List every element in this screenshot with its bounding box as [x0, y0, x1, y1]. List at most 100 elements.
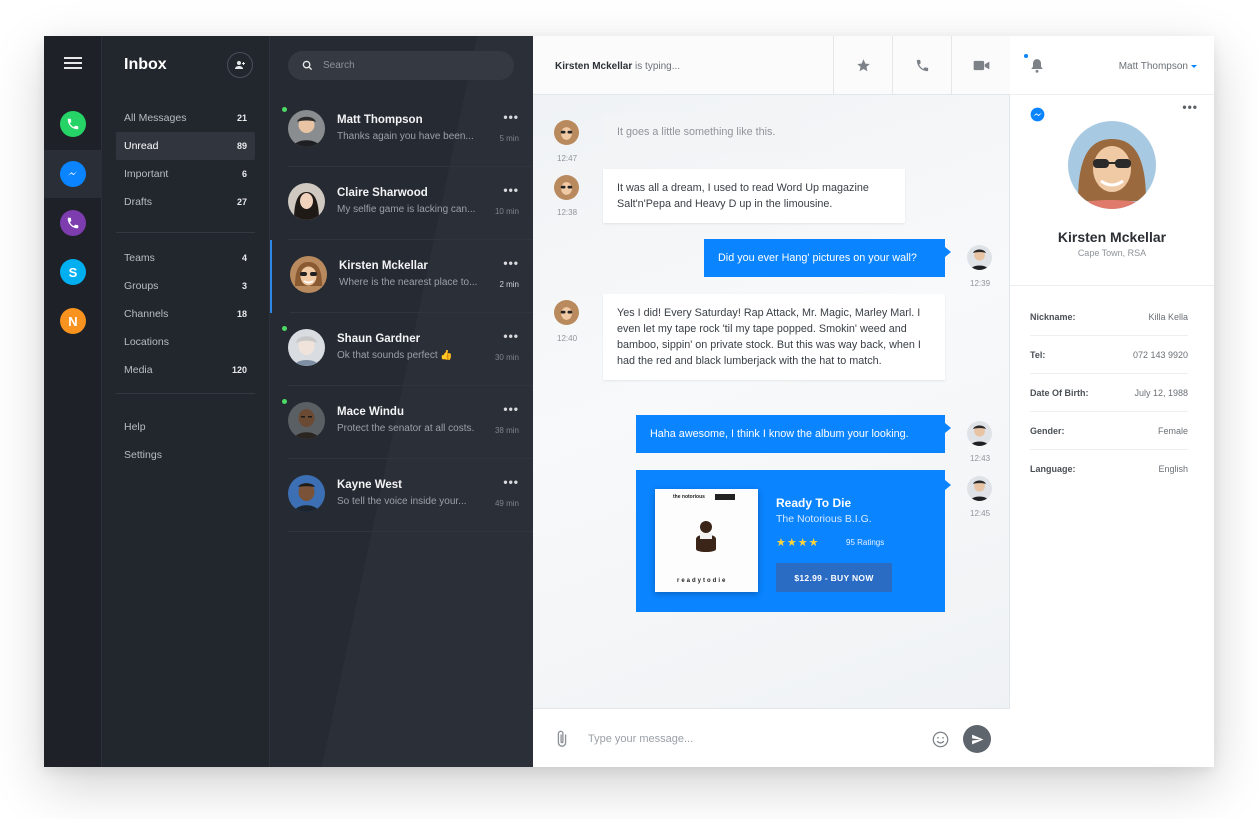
app-skype[interactable]: S: [44, 248, 102, 296]
typing-indicator: Kirsten Mckellar is typing...: [555, 61, 681, 72]
favorite-button[interactable]: [833, 36, 892, 95]
contact-location: Cape Town, RSA: [1077, 248, 1147, 258]
add-user-icon: [235, 61, 245, 69]
avatar: [554, 175, 579, 200]
avatar: [554, 300, 579, 325]
avatar: [554, 120, 579, 145]
send-button[interactable]: [963, 725, 991, 753]
conversation-item[interactable]: Matt Thompson Thanks again you have been…: [270, 94, 533, 167]
app-rail: S N: [44, 36, 102, 767]
app-window: S N Inbox All Messages 21 Unread 89 Import…: [44, 36, 1214, 767]
avatar: [288, 110, 325, 147]
folder-channels[interactable]: Channels 18: [116, 300, 255, 328]
more-options-icon[interactable]: •••: [503, 183, 519, 197]
avatar: [967, 476, 992, 501]
conversation-list: Matt Thompson Thanks again you have been…: [270, 36, 533, 767]
conversation-item-active[interactable]: Kirsten Mckellar Where is the nearest pl…: [270, 240, 533, 313]
add-contact-button[interactable]: [227, 52, 253, 78]
notification-dot: [1024, 54, 1028, 58]
profile-topbar: Matt Thompson: [1010, 36, 1214, 95]
album-cover[interactable]: the notorious readytodie: [655, 489, 758, 592]
folder-group-main: All Messages 21 Unread 89 Important 6 Draft…: [116, 104, 255, 216]
folder-group-collections: Teams 4 Groups 3 Channels 18 Locations Medi…: [116, 244, 255, 384]
app-viber[interactable]: [44, 199, 102, 247]
menu-icon[interactable]: [64, 54, 82, 76]
app-whatsapp[interactable]: [44, 100, 102, 148]
online-indicator: [282, 107, 287, 112]
folder-groups[interactable]: Groups 3: [116, 272, 255, 300]
app-messenger[interactable]: [44, 150, 102, 198]
folder-teams[interactable]: Teams 4: [116, 244, 255, 272]
avatar: [967, 421, 992, 446]
video-camera-icon: [973, 60, 989, 71]
conversation-item[interactable]: Claire Sharwood My selfie game is lackin…: [270, 167, 533, 240]
contact-name: Kirsten Mckellar: [1057, 229, 1167, 245]
message-input[interactable]: [588, 729, 908, 749]
avatar: [967, 245, 992, 270]
viber-icon: [60, 210, 86, 236]
detail-tel: Tel: 072 143 9920: [1030, 336, 1188, 374]
avatar: [288, 475, 325, 512]
folder-unread[interactable]: Unread 89: [116, 132, 255, 160]
search-icon: [302, 60, 313, 71]
current-user-menu[interactable]: Matt Thompson: [1119, 61, 1188, 72]
conversation-item[interactable]: Kayne West So tell the voice inside your…: [270, 459, 533, 532]
attachment-icon[interactable]: [555, 730, 569, 748]
online-indicator: [282, 326, 287, 331]
call-button[interactable]: [892, 36, 951, 95]
search-bar: [288, 51, 514, 80]
search-input[interactable]: [323, 60, 493, 71]
skype-icon: S: [60, 259, 86, 285]
folder-locations[interactable]: Locations: [116, 328, 255, 356]
chat-panel: Kirsten Mckellar is typing... 12:47 It g…: [533, 36, 1010, 767]
messenger-icon: [1030, 107, 1045, 122]
avatar: [288, 329, 325, 366]
n-app-icon: N: [60, 308, 86, 334]
chevron-down-icon[interactable]: [1191, 65, 1197, 68]
whatsapp-icon: [60, 111, 86, 137]
video-call-button[interactable]: [951, 36, 1010, 95]
conversation-item[interactable]: Mace Windu Protect the senator at all co…: [270, 386, 533, 459]
more-options-icon[interactable]: •••: [503, 402, 519, 416]
contact-profile: Matt Thompson ••• Kirsten Mckellar Cape …: [1010, 36, 1214, 767]
emoji-icon[interactable]: [932, 731, 949, 748]
settings-link[interactable]: Settings: [116, 441, 255, 469]
folder-panel: Inbox All Messages 21 Unread 89 Important 6…: [102, 36, 270, 767]
more-options-icon[interactable]: •••: [503, 110, 519, 124]
message-outgoing: Haha awesome, I think I know the album y…: [636, 415, 951, 453]
conversation-item[interactable]: Shaun Gardner Ok that sounds perfect 👍 •…: [270, 313, 533, 386]
folder-media[interactable]: Media 120: [116, 356, 255, 384]
album-card: the notorious readytodie Ready To Die Th…: [636, 470, 951, 612]
more-options-icon[interactable]: •••: [1182, 100, 1198, 114]
messenger-icon: [60, 161, 86, 187]
ratings-count: 95 Ratings: [846, 538, 885, 547]
help-link[interactable]: Help: [116, 413, 255, 441]
album-title: Ready To Die: [776, 496, 852, 510]
album-artist: The Notorious B.I.G.: [776, 513, 872, 525]
detail-nickname: Nickname: Killa Kella: [1030, 298, 1188, 336]
detail-dob: Date Of Birth: July 12, 1988: [1030, 374, 1188, 412]
folder-group-support: Help Settings: [116, 413, 255, 469]
online-indicator: [282, 399, 287, 404]
more-options-icon[interactable]: •••: [503, 475, 519, 489]
message-outgoing: Did you ever Hang' pictures on your wall…: [704, 239, 951, 277]
send-icon: [971, 734, 983, 744]
avatar: [290, 256, 327, 293]
avatar: [288, 183, 325, 220]
bell-icon[interactable]: [1030, 58, 1044, 73]
buy-now-button[interactable]: $12.99 - BUY NOW: [776, 563, 892, 592]
folder-divider: [116, 232, 255, 233]
star-icon: [856, 59, 870, 72]
folder-drafts[interactable]: Drafts 27: [116, 188, 255, 216]
folder-all-messages[interactable]: All Messages 21: [116, 104, 255, 132]
folder-important[interactable]: Important 6: [116, 160, 255, 188]
folder-divider: [116, 393, 255, 394]
more-options-icon[interactable]: •••: [503, 256, 519, 270]
message-incoming: It was all a dream, I used to read Word …: [603, 169, 905, 223]
baby-figure-icon: [696, 521, 716, 552]
profile-divider: [1010, 285, 1214, 286]
profile-photo: [1068, 121, 1156, 209]
more-options-icon[interactable]: •••: [503, 329, 519, 343]
app-n[interactable]: N: [44, 297, 102, 345]
message-incoming: It goes a little something like this.: [603, 113, 801, 151]
